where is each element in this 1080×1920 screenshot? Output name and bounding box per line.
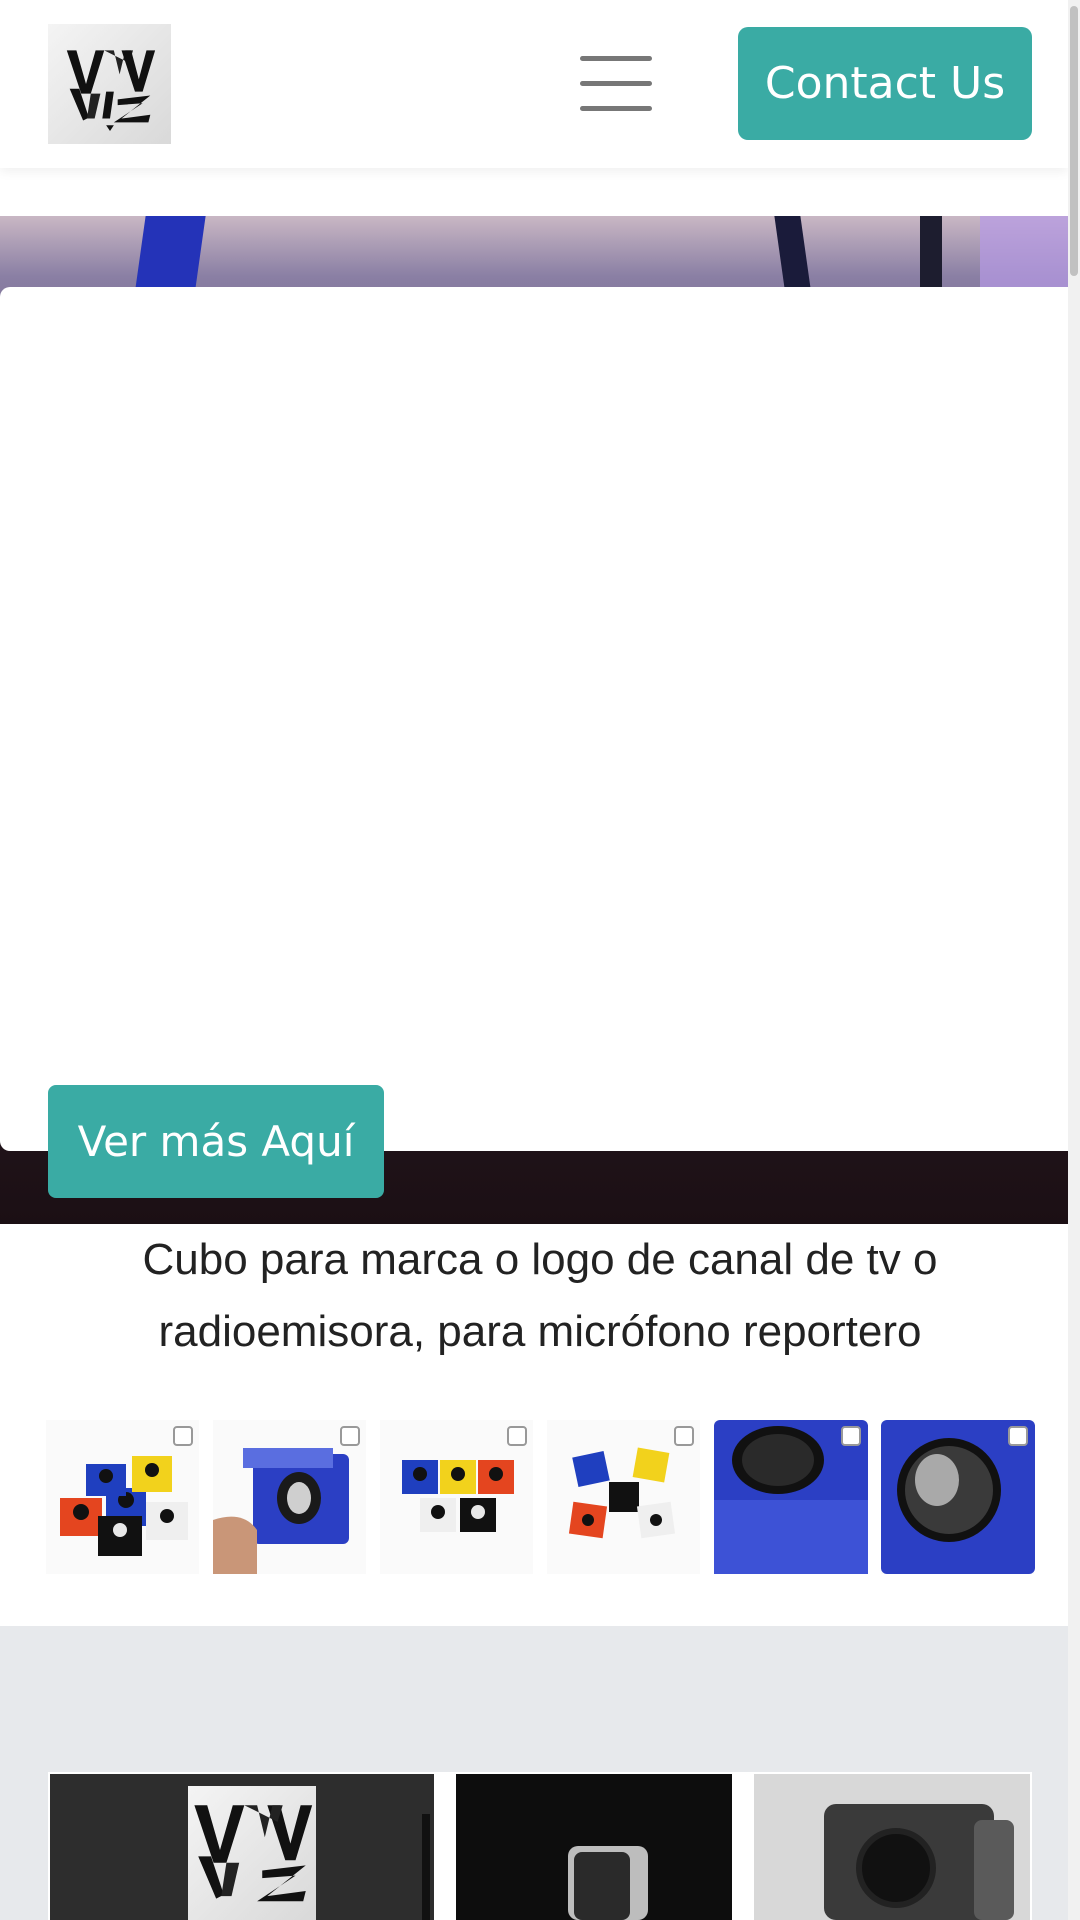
thumbnail-checkbox[interactable] [674, 1426, 694, 1446]
hero-bg-shape [774, 216, 812, 296]
thumbnail-checkbox[interactable] [340, 1426, 360, 1446]
product-title: Cubo para marca o logo de canal de tv o … [60, 1224, 1020, 1368]
camera-side [974, 1820, 1014, 1920]
menu-hamburger-icon[interactable] [580, 54, 656, 112]
camera-icon [568, 1846, 648, 1920]
product-thumbnails [46, 1420, 1035, 1574]
menu-bar [580, 56, 652, 61]
thumbnail-cubes-multicolor[interactable] [46, 1420, 199, 1574]
gallery-image-camera-dark[interactable] [456, 1774, 732, 1920]
gallery-section [0, 1626, 1080, 1920]
gallery-image-logo[interactable] [50, 1774, 434, 1920]
gallery-edge [422, 1814, 430, 1920]
thumbnail-blue-cube-hand[interactable] [213, 1420, 366, 1574]
menu-bar [580, 81, 652, 86]
thumbnail-checkbox[interactable] [173, 1426, 193, 1446]
vnvvlz-logo-icon [194, 1805, 313, 1902]
thumbnail-checkbox[interactable] [507, 1426, 527, 1446]
gallery-image-camera-light[interactable] [754, 1774, 1030, 1920]
site-header: Contact Us [0, 0, 1068, 168]
hero-banner: Ver más Aquí [0, 216, 1080, 1224]
camera-lens [574, 1852, 630, 1920]
product-title-line: Cubo para marca o logo de canal de tv o [142, 1235, 938, 1284]
camera-icon [824, 1804, 1014, 1920]
thumbnail-cubes-scattered[interactable] [547, 1420, 700, 1574]
hero-bg-shape [134, 216, 206, 296]
scrollbar-thumb[interactable] [1070, 6, 1078, 276]
menu-bar [580, 106, 652, 111]
contact-us-button[interactable]: Contact Us [738, 27, 1032, 140]
camera-lens [856, 1828, 936, 1908]
thumbnail-cubes-yellow-red[interactable] [380, 1420, 533, 1574]
brand-logo[interactable] [48, 24, 171, 144]
vnvvlz-logo-icon [66, 50, 155, 132]
thumbnail-blue-cube-top[interactable] [714, 1420, 868, 1574]
hero-bg-glow [980, 216, 1080, 296]
page-scrollbar[interactable] [1068, 0, 1080, 1920]
hero-bg-shape [920, 216, 942, 296]
hero-card: Ver más Aquí [0, 287, 1080, 1198]
brand-plaque [188, 1786, 316, 1920]
product-title-line: radioemisora, para micrófono reportero [158, 1307, 922, 1356]
ver-mas-button[interactable]: Ver más Aquí [48, 1085, 384, 1198]
thumbnail-blue-cube-close[interactable] [881, 1420, 1035, 1574]
thumbnail-checkbox[interactable] [841, 1426, 861, 1446]
gallery-strip [48, 1772, 1032, 1920]
thumbnail-checkbox[interactable] [1008, 1426, 1028, 1446]
